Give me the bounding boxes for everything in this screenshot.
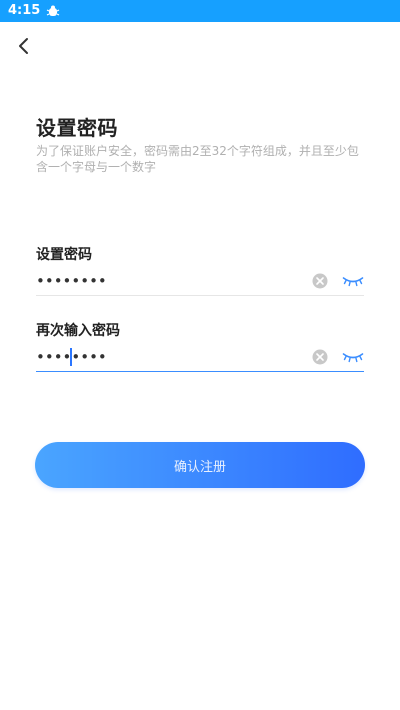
- text-caret: [70, 348, 72, 366]
- confirm-password-input[interactable]: [36, 344, 296, 370]
- eye-closed-icon[interactable]: [342, 349, 364, 363]
- page-description: 为了保证账户安全，密码需由2至32个字符组成，并且至少包含一个字母与一个数字: [36, 144, 359, 174]
- chevron-left-icon: [17, 37, 31, 59]
- page-title: 设置密码: [36, 116, 118, 140]
- password-input[interactable]: [36, 268, 296, 294]
- password-field-row: [36, 268, 364, 296]
- bug-icon: [46, 4, 60, 18]
- confirm-register-button[interactable]: 确认注册: [35, 442, 365, 488]
- eye-closed-icon[interactable]: [342, 273, 364, 287]
- confirm-password-field-row: [36, 344, 364, 372]
- password-label: 设置密码: [36, 247, 92, 263]
- confirm-password-label: 再次输入密码: [36, 323, 120, 339]
- status-bar: 4:15: [0, 0, 400, 22]
- clear-circle-icon[interactable]: [312, 273, 328, 289]
- back-button[interactable]: [12, 36, 36, 60]
- clear-circle-icon[interactable]: [312, 349, 328, 365]
- status-time: 4:15: [8, 3, 41, 18]
